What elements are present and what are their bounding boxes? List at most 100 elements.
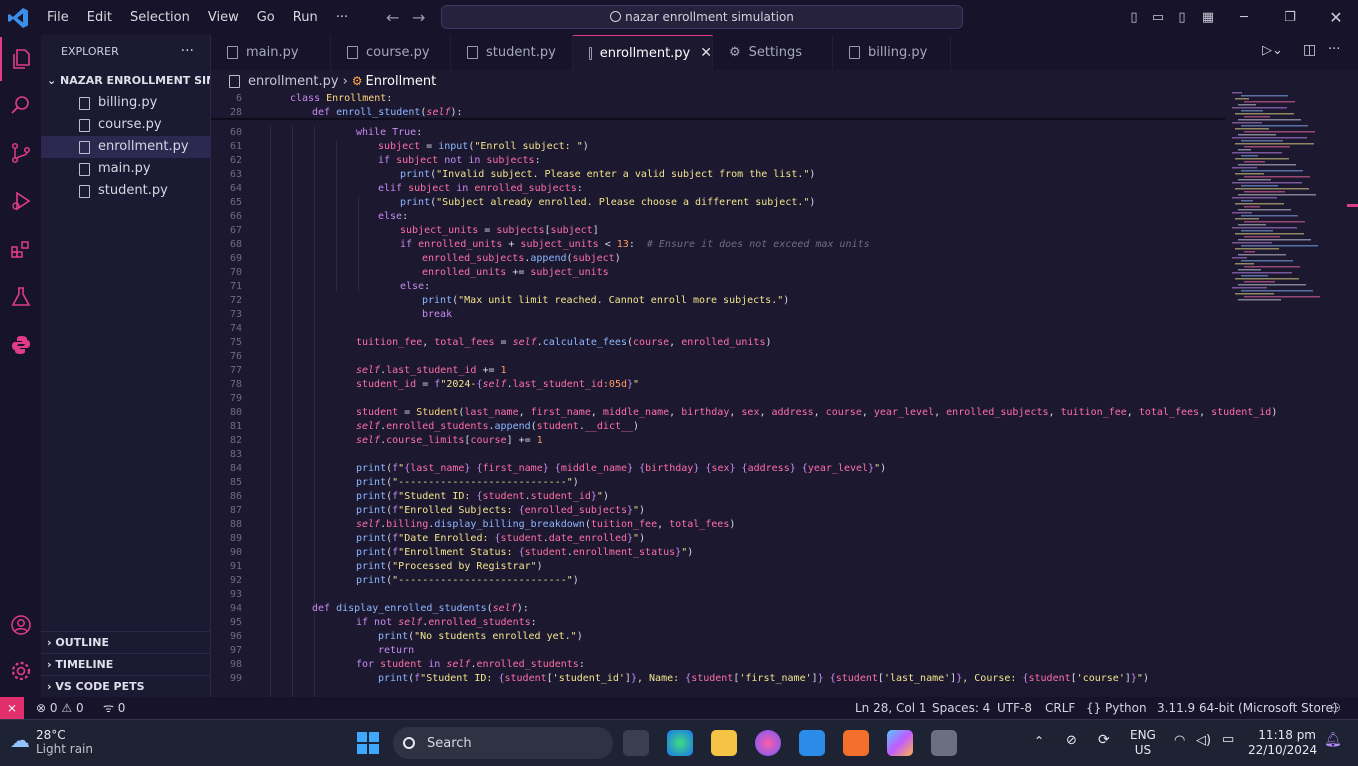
code-line[interactable]: 65 print("Subject already enrolled. Pleas… (211, 196, 1358, 210)
tab[interactable]: billing.py (833, 35, 951, 70)
run-file-icon[interactable]: ▷⌄ (1262, 43, 1283, 58)
tab[interactable]: ⚙ Settings (713, 35, 833, 70)
tray-chevron-icon[interactable]: ⌃ (1034, 734, 1044, 748)
menu-item[interactable]: Edit (78, 0, 121, 35)
cursor-position[interactable]: Ln 28, Col 1 (855, 697, 927, 719)
code-line[interactable]: 74 (211, 322, 1358, 336)
snipping-tool-icon[interactable] (931, 730, 957, 756)
taskbar-search[interactable]: Search (393, 727, 613, 759)
code-line[interactable]: 88 self.billing.display_billing_breakdown… (211, 518, 1358, 532)
problems-status[interactable]: ⊗ 0 ⚠ 0 (36, 697, 84, 719)
tab[interactable]: student.py (451, 35, 573, 70)
code-line[interactable]: 94 def display_enrolled_students(self): (211, 602, 1358, 616)
code-line[interactable]: 72 print("Max unit limit reached. Cannot … (211, 294, 1358, 308)
notification-bell-icon[interactable]: 🔔︎ (1324, 732, 1342, 748)
code-line[interactable]: 69 enrolled_subjects.append(subject) (211, 252, 1358, 266)
language-indicator[interactable]: ENG US (1130, 728, 1156, 758)
code-line[interactable]: 66 else: (211, 210, 1358, 224)
code-line[interactable]: 99 print(f"Student ID: {student['student_… (211, 672, 1358, 686)
vscode-taskbar-icon[interactable] (799, 730, 825, 756)
python-interpreter[interactable]: 3.11.9 64-bit (Microsoft Store) (1157, 697, 1338, 719)
file-explorer-icon[interactable] (711, 730, 737, 756)
weather-widget[interactable]: ☁ 28°C Light rain (10, 728, 93, 756)
braces-icon[interactable]: {} (1086, 697, 1101, 719)
code-line[interactable]: 85 print("----------------------------") (211, 476, 1358, 490)
restore-icon[interactable]: ❐ (1272, 0, 1308, 35)
run-debug-icon[interactable] (0, 179, 41, 223)
file-item[interactable]: student.py (41, 180, 210, 202)
workspace-folder[interactable]: ⌄ NAZAR ENROLLMENT SIM... (41, 70, 210, 92)
code-line[interactable]: 64 elif subject in enrolled_subjects: (211, 182, 1358, 196)
code-line[interactable]: 86 print(f"Student ID: {student.student_i… (211, 490, 1358, 504)
menu-item[interactable]: File (38, 0, 78, 35)
minimap[interactable] (1230, 92, 1348, 302)
explorer-icon[interactable] (0, 37, 41, 81)
code-line[interactable]: 87 print(f"Enrolled Subjects: {enrolled_s… (211, 504, 1358, 518)
xampp-icon[interactable] (843, 730, 869, 756)
tab[interactable]: enrollment.py ✕ (573, 35, 713, 70)
menu-item[interactable]: View (199, 0, 248, 35)
code-line[interactable]: 90 print(f"Enrollment Status: {student.en… (211, 546, 1358, 560)
code-line[interactable]: 93 (211, 588, 1358, 602)
tab-close-icon[interactable]: ✕ (700, 45, 712, 61)
extensions-icon[interactable] (0, 227, 41, 271)
file-item[interactable]: billing.py (41, 92, 210, 114)
encoding-status[interactable]: UTF-8 (997, 697, 1032, 719)
menu-item[interactable]: Run (284, 0, 327, 35)
wifi-icon[interactable]: ◠ (1174, 733, 1185, 748)
account-icon[interactable] (0, 603, 41, 647)
file-item[interactable]: main.py (41, 158, 210, 180)
breadcrumb-file[interactable]: enrollment.py (248, 74, 339, 89)
tab[interactable]: main.py (211, 35, 331, 70)
search-view-icon[interactable] (0, 83, 41, 127)
tray-sync-icon[interactable]: ⟳ (1098, 732, 1110, 748)
code-line[interactable]: 80 student = Student(last_name, first_nam… (211, 406, 1358, 420)
code-editor[interactable]: 60 while True: 61 subject = input("Enroll s… (211, 92, 1358, 697)
code-line[interactable]: 97 return (211, 644, 1358, 658)
minimize-icon[interactable]: ─ (1226, 0, 1262, 35)
menu-item[interactable]: Selection (121, 0, 199, 35)
code-line[interactable]: 68 if enrolled_units + subject_units < 13… (211, 238, 1358, 252)
battery-icon[interactable]: ▭ (1222, 732, 1234, 747)
code-line[interactable]: 81 self.enrolled_students.append(student.… (211, 420, 1358, 434)
code-line[interactable]: 96 print("No students enrolled yet.") (211, 630, 1358, 644)
code-line[interactable]: 83 (211, 448, 1358, 462)
eol-status[interactable]: CRLF (1045, 697, 1075, 719)
vscode-pets-section[interactable]: › VS CODE PETS (41, 675, 211, 697)
code-line[interactable]: 98 for student in self.enrolled_students: (211, 658, 1358, 672)
split-editor-icon[interactable]: ◫ (1303, 42, 1316, 58)
menu-item[interactable]: ··· (327, 0, 357, 35)
clock[interactable]: 11:18 pm 22/10/2024 (1248, 728, 1317, 758)
tab[interactable]: course.py (331, 35, 451, 70)
code-line[interactable]: 89 print(f"Date Enrolled: {student.date_e… (211, 532, 1358, 546)
vscode-logo-icon[interactable] (6, 6, 30, 30)
code-line[interactable]: 75 tuition_fee, total_fees = self.calcula… (211, 336, 1358, 350)
file-item[interactable]: course.py (41, 114, 210, 136)
back-arrow-icon[interactable]: ← (386, 8, 399, 27)
code-line[interactable]: 82 self.course_limits[course] += 1 (211, 434, 1358, 448)
command-center-search[interactable]: nazar enrollment simulation (441, 5, 963, 29)
customize-layout-icon[interactable]: ▦ (1190, 0, 1226, 35)
volume-icon[interactable]: ◁) (1196, 733, 1211, 748)
tray-app-icon[interactable]: ⊘ (1066, 733, 1077, 748)
editor-more-icon[interactable]: ··· (1328, 42, 1340, 57)
code-line[interactable]: 91 print("Processed by Registrar") (211, 560, 1358, 574)
code-line[interactable]: 76 (211, 350, 1358, 364)
code-line[interactable]: 92 print("----------------------------") (211, 574, 1358, 588)
code-line[interactable]: 71 else: (211, 280, 1358, 294)
menu-item[interactable]: Go (248, 0, 284, 35)
ports-status[interactable]: ᯤ 0 (103, 697, 125, 719)
close-window-icon[interactable]: ✕ (1318, 0, 1354, 35)
edge-browser-icon[interactable] (667, 730, 693, 756)
code-line[interactable]: 78 student_id = f"2024-{self.last_student… (211, 378, 1358, 392)
python-icon[interactable] (0, 323, 41, 367)
code-line[interactable]: 62 if subject not in subjects: (211, 154, 1358, 168)
scrollbar-thumb[interactable] (1347, 204, 1358, 207)
task-view-icon[interactable] (623, 730, 649, 756)
source-control-icon[interactable] (0, 131, 41, 175)
language-mode[interactable]: Python (1105, 697, 1147, 719)
copilot-icon[interactable]: ⚇ (1330, 697, 1341, 719)
manage-gear-icon[interactable] (0, 649, 41, 693)
sticky-line[interactable]: 6 class Enrollment: (211, 92, 1358, 106)
timeline-section[interactable]: › TIMELINE (41, 653, 211, 675)
